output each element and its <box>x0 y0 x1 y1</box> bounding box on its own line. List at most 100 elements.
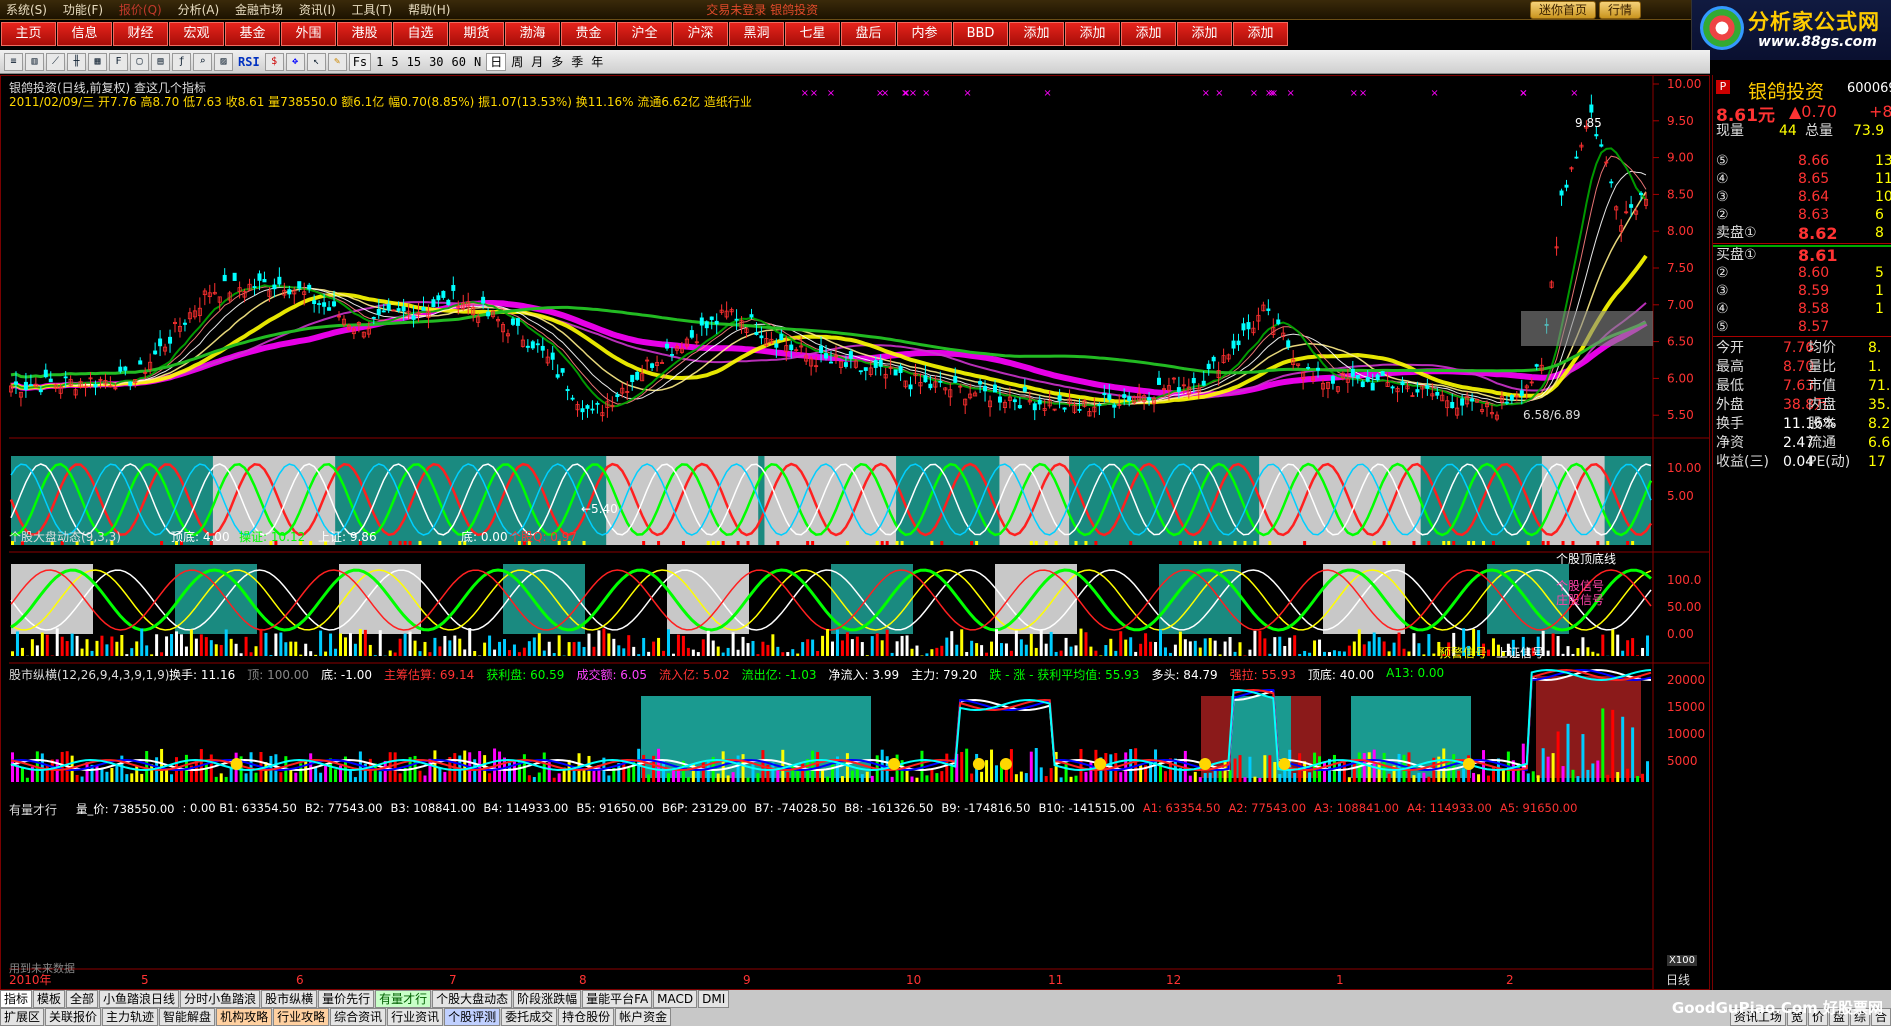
indicator-tab-5[interactable]: 股市纵横 <box>261 990 318 1008</box>
fs-button[interactable]: Fs <box>348 52 372 71</box>
extension-tab-9[interactable]: 委托成交 <box>501 1008 558 1026</box>
tab-15[interactable]: 盘后 <box>841 22 896 46</box>
panel3-bar <box>1009 650 1013 656</box>
bar-chart-icon[interactable]: ▥ <box>25 52 44 71</box>
indicator-tab-2[interactable]: 全部 <box>66 990 99 1008</box>
tab-1[interactable]: 信息 <box>57 22 112 46</box>
extension-tab-6[interactable]: 综合资讯 <box>330 1008 387 1026</box>
period-n-button[interactable]: N <box>471 53 484 71</box>
tab-16[interactable]: 内参 <box>897 22 952 46</box>
period-day-button[interactable]: 日 <box>486 52 507 71</box>
indicator-tab-11[interactable]: MACD <box>653 990 698 1008</box>
indicator-tab-7[interactable]: 有量才行 <box>375 990 432 1008</box>
tab-11[interactable]: 沪全 <box>617 22 672 46</box>
extension-tab-5[interactable]: 行业攻略 <box>273 1008 330 1026</box>
tab-6[interactable]: 港股 <box>337 22 392 46</box>
menu-financial-market[interactable]: 金融市场 <box>229 0 289 20</box>
tab-3[interactable]: 宏观 <box>169 22 224 46</box>
indicator-tab-0[interactable]: 指标 <box>0 990 33 1008</box>
period-60-button[interactable]: 60 <box>449 53 469 71</box>
list-icon[interactable]: ≡ <box>4 52 23 71</box>
panel4-bar <box>1139 764 1143 782</box>
panel3-bar <box>637 654 641 656</box>
panel4-bar <box>294 772 298 782</box>
zoom-icon[interactable]: ⌕ <box>193 52 212 71</box>
f10-icon[interactable]: F <box>109 52 128 71</box>
menu-tools[interactable]: 工具(T) <box>346 0 399 20</box>
panel4-bar <box>1521 743 1525 782</box>
tab-4[interactable]: 基金 <box>225 22 280 46</box>
tab-12[interactable]: 沪深 <box>673 22 728 46</box>
grid-icon[interactable]: ▦ <box>88 52 107 71</box>
tab-22[interactable]: 添加 <box>1233 22 1288 46</box>
candle-icon[interactable]: ╫ <box>67 52 86 71</box>
indicator-tab-10[interactable]: 量能平台FA <box>582 990 653 1008</box>
panel3-bar <box>607 633 611 656</box>
indicator-tab-6[interactable]: 量价先行 <box>318 990 375 1008</box>
stock-header: P 银鸽投资 600069 <box>1713 77 1891 103</box>
period-1-button[interactable]: 1 <box>373 53 386 71</box>
indicator-icon[interactable]: ▨ <box>214 52 233 71</box>
pencil-icon[interactable]: ✎ <box>327 52 347 71</box>
period-multi-button[interactable]: 多 <box>548 53 566 71</box>
extension-tab-7[interactable]: 行业资讯 <box>387 1008 444 1026</box>
candle-body <box>689 330 694 338</box>
move-icon[interactable]: ✥ <box>285 52 305 71</box>
panel4-value-0: 量_价: 738550.00 <box>76 802 175 816</box>
dollar-icon[interactable]: $ <box>264 52 284 71</box>
extension-tab-2[interactable]: 主力轨迹 <box>102 1008 159 1026</box>
formula-icon[interactable]: ƒ <box>172 52 191 71</box>
extension-tab-10[interactable]: 持仓股份 <box>558 1008 615 1026</box>
tab-0[interactable]: 主页 <box>1 22 56 46</box>
extension-tab-1[interactable]: 关联报价 <box>45 1008 102 1026</box>
extension-tab-8[interactable]: 个股评测 <box>444 1008 501 1026</box>
period-week-button[interactable]: 周 <box>508 53 526 71</box>
menu-system[interactable]: 系统(S) <box>0 0 53 20</box>
period-year-button[interactable]: 年 <box>588 53 606 71</box>
indicator-tab-1[interactable]: 模板 <box>33 990 66 1008</box>
line-chart-icon[interactable]: ⟋ <box>46 52 65 71</box>
menu-analysis[interactable]: 分析(A) <box>172 0 226 20</box>
tab-17[interactable]: BBD <box>953 22 1008 46</box>
table-icon[interactable]: ▤ <box>151 52 170 71</box>
tab-19[interactable]: 添加 <box>1065 22 1120 46</box>
tab-10[interactable]: 贵金 <box>561 22 616 46</box>
period-30-button[interactable]: 30 <box>426 53 446 71</box>
tab-2[interactable]: 财经 <box>113 22 168 46</box>
extension-tab-11[interactable]: 帐户资金 <box>615 1008 672 1026</box>
tab-5[interactable]: 外围 <box>281 22 336 46</box>
panel2-signal-bar <box>1546 541 1550 545</box>
indicator-tab-9[interactable]: 阶段涨跌幅 <box>513 990 582 1008</box>
rsi-button[interactable]: RSI <box>235 53 263 71</box>
tab-14[interactable]: 七星 <box>785 22 840 46</box>
extension-tab-0[interactable]: 扩展区 <box>0 1008 45 1026</box>
ma-line-5 <box>10 155 1647 407</box>
menu-help[interactable]: 帮助(H) <box>402 0 456 20</box>
tab-18[interactable]: 添加 <box>1009 22 1064 46</box>
extension-tab-4[interactable]: 机构攻略 <box>216 1008 273 1026</box>
tab-9[interactable]: 渤海 <box>505 22 560 46</box>
cursor-icon[interactable]: ↖ <box>306 52 326 71</box>
tab-20[interactable]: 添加 <box>1121 22 1176 46</box>
menu-info[interactable]: 资讯(I) <box>293 0 342 20</box>
window-icon[interactable]: ▢ <box>130 52 149 71</box>
menu-function[interactable]: 功能(F) <box>57 0 109 20</box>
tab-7[interactable]: 自选 <box>393 22 448 46</box>
period-month-button[interactable]: 月 <box>528 53 546 71</box>
indicator-tab-8[interactable]: 个股大盘动态 <box>432 990 513 1008</box>
period-15-button[interactable]: 15 <box>404 53 424 71</box>
indicator-tab-4[interactable]: 分时小鱼踏浪 <box>180 990 261 1008</box>
period-quarter-button[interactable]: 季 <box>568 53 586 71</box>
tab-8[interactable]: 期货 <box>449 22 504 46</box>
mini-home-button[interactable]: 迷你首页 <box>1529 1 1596 19</box>
tab-13[interactable]: 黑洞 <box>729 22 784 46</box>
candle-body <box>396 308 401 311</box>
chart-area[interactable]: 10.00 9.50 9.00 8.50 8.00 7.50 7.00 6.50 6.00 5.5… <box>0 75 1710 990</box>
indicator-tab-3[interactable]: 小鱼踏浪日线 <box>99 990 180 1008</box>
tab-21[interactable]: 添加 <box>1177 22 1232 46</box>
extension-tab-3[interactable]: 智能解盘 <box>159 1008 216 1026</box>
menu-quote[interactable]: 报价(Q) <box>113 0 168 20</box>
indicator-tab-12[interactable]: DMI <box>698 990 730 1008</box>
quote-button[interactable]: 行情 <box>1598 1 1641 19</box>
period-5-button[interactable]: 5 <box>388 53 401 71</box>
